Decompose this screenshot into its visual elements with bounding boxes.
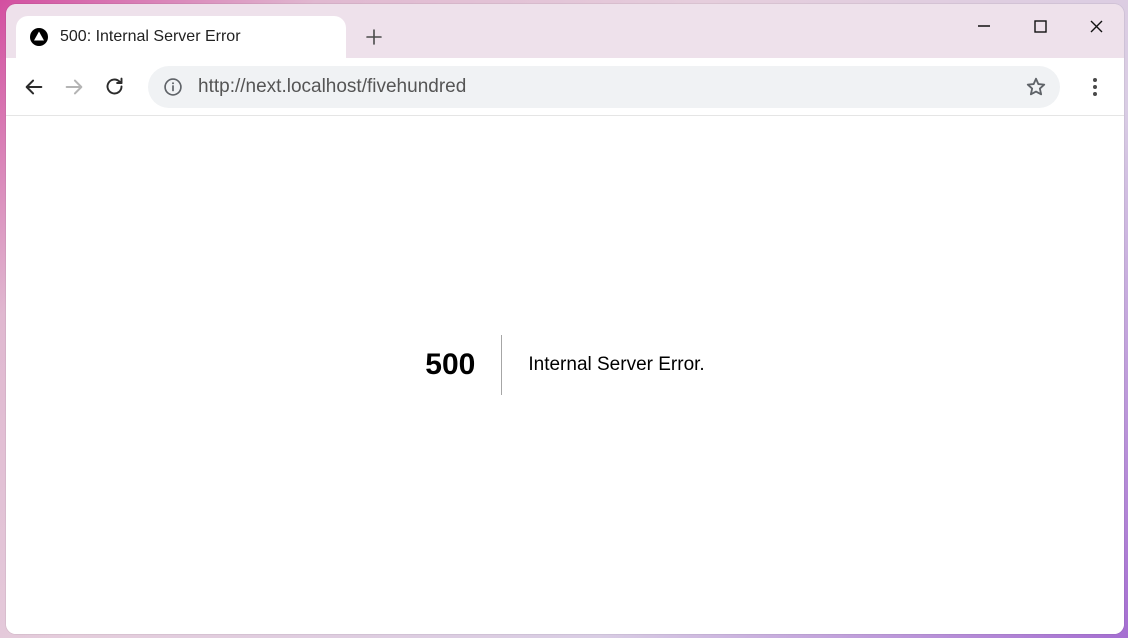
maximize-button[interactable] bbox=[1012, 4, 1068, 48]
bookmark-star-icon[interactable] bbox=[1022, 73, 1050, 101]
window-controls bbox=[956, 4, 1124, 48]
tab-title: 500: Internal Server Error bbox=[60, 28, 241, 46]
browser-tab[interactable]: 500: Internal Server Error bbox=[16, 16, 346, 58]
toolbar: http://next.localhost/fivehundred bbox=[6, 58, 1124, 116]
new-tab-button[interactable] bbox=[356, 19, 392, 55]
tab-favicon bbox=[28, 26, 50, 48]
forward-button[interactable] bbox=[54, 67, 94, 107]
overflow-menu-button[interactable] bbox=[1074, 66, 1116, 108]
error-code: 500 bbox=[425, 335, 502, 395]
error-block: 500 Internal Server Error. bbox=[425, 335, 704, 395]
minimize-button[interactable] bbox=[956, 4, 1012, 48]
page-content: 500 Internal Server Error. bbox=[6, 116, 1124, 634]
url-text: http://next.localhost/fivehundred bbox=[198, 76, 1022, 98]
site-info-icon[interactable] bbox=[162, 76, 184, 98]
error-message: Internal Server Error. bbox=[502, 354, 704, 376]
browser-window: 500: Internal Server Error bbox=[6, 4, 1124, 634]
back-button[interactable] bbox=[14, 67, 54, 107]
address-bar[interactable]: http://next.localhost/fivehundred bbox=[148, 66, 1060, 108]
titlebar: 500: Internal Server Error bbox=[6, 4, 1124, 58]
close-button[interactable] bbox=[1068, 4, 1124, 48]
reload-button[interactable] bbox=[94, 67, 134, 107]
